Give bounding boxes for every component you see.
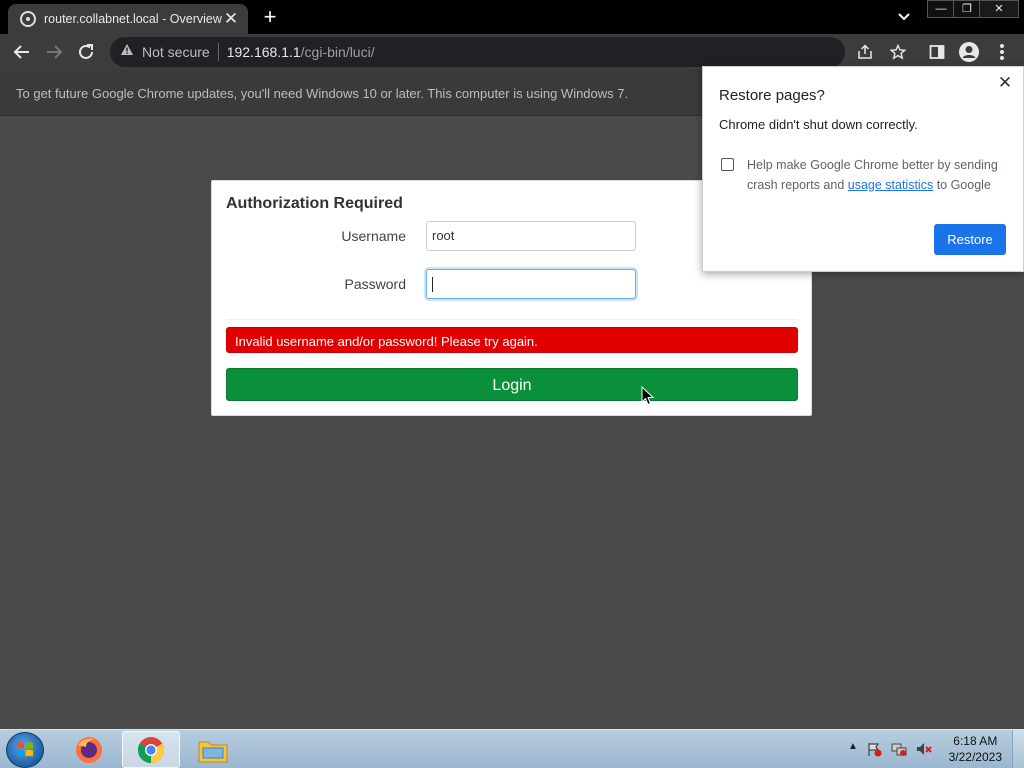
text-caret [432,277,433,292]
warning-triangle-icon[interactable] [120,43,134,61]
share-icon[interactable] [852,37,878,67]
browser-tab[interactable]: router.collabnet.local - Overview ✕ [8,4,248,34]
address-bar[interactable]: Not secure 192.168.1.1 /cgi-bin/luci/ [110,37,906,67]
infobar-text: To get future Google Chrome updates, you… [16,86,629,101]
url-path: /cgi-bin/luci/ [300,44,375,60]
router-favicon-icon [20,11,36,27]
crash-report-consent-text: Help make Google Chrome better by sendin… [747,155,1007,195]
network-icon[interactable] [891,741,907,757]
username-input[interactable]: root [426,221,636,251]
taskbar: ▲ 6:18 AM 3/22/2023 [0,729,1024,768]
firefox-icon[interactable] [60,731,118,768]
login-button[interactable]: Login [226,368,798,401]
action-center-flag-icon[interactable] [866,741,882,757]
volume-muted-icon[interactable] [916,741,932,757]
new-tab-button[interactable]: + [256,4,284,30]
login-title: Authorization Required [226,195,403,212]
dialog-close-icon[interactable]: ✕ [995,73,1015,93]
window-close-button[interactable]: ✕ [979,0,1019,18]
forward-arrow-icon[interactable] [40,38,68,66]
tab-search-chevron-icon[interactable] [892,6,916,28]
not-secure-label[interactable]: Not secure [142,44,210,60]
url-host: 192.168.1.1 [226,44,301,60]
maximize-button[interactable]: ❐ [953,0,981,18]
restore-dialog-message: Chrome didn't shut down correctly. [719,117,918,132]
restore-button[interactable]: Restore [934,224,1006,255]
tab-close-icon[interactable]: ✕ [222,10,240,28]
form-divider [226,319,798,320]
side-panel-icon[interactable] [925,40,949,64]
show-desktop-button[interactable] [1012,730,1024,768]
password-label: Password [344,276,406,292]
username-label: Username [341,228,406,244]
file-explorer-icon[interactable] [184,731,242,768]
profile-avatar-icon[interactable] [957,40,981,64]
reload-icon[interactable] [72,38,100,66]
omnibox-divider [217,43,219,61]
kebab-menu-icon[interactable] [990,40,1014,64]
crash-report-checkbox[interactable] [721,158,734,171]
restore-pages-dialog: Restore pages? ✕ Chrome didn't shut down… [702,66,1024,272]
chrome-icon[interactable] [122,731,180,768]
bookmark-star-icon[interactable] [885,37,911,67]
username-value: root [432,228,455,243]
minimize-button[interactable]: — [927,0,955,18]
start-button[interactable] [6,732,44,768]
restore-dialog-title: Restore pages? [719,87,825,104]
clock-time: 6:18 AM [953,734,998,748]
tab-title: router.collabnet.local - Overview [44,12,222,26]
browser-toolbar: Not secure 192.168.1.1 /cgi-bin/luci/ [0,34,1024,70]
back-arrow-icon[interactable] [8,38,36,66]
browser-tab-strip: router.collabnet.local - Overview ✕ + — … [0,0,1024,34]
error-alert: Invalid username and/or password! Please… [226,327,798,353]
password-input[interactable] [426,269,636,299]
consent-suffix: to Google [933,178,991,192]
clock-date: 3/22/2023 [948,750,1002,764]
windows-logo-icon [17,742,33,757]
usage-statistics-link[interactable]: usage statistics [848,178,933,192]
mouse-pointer-icon [641,385,655,406]
tray-expand-icon[interactable]: ▲ [845,741,861,757]
system-clock[interactable]: 6:18 AM 3/22/2023 [949,733,1002,765]
